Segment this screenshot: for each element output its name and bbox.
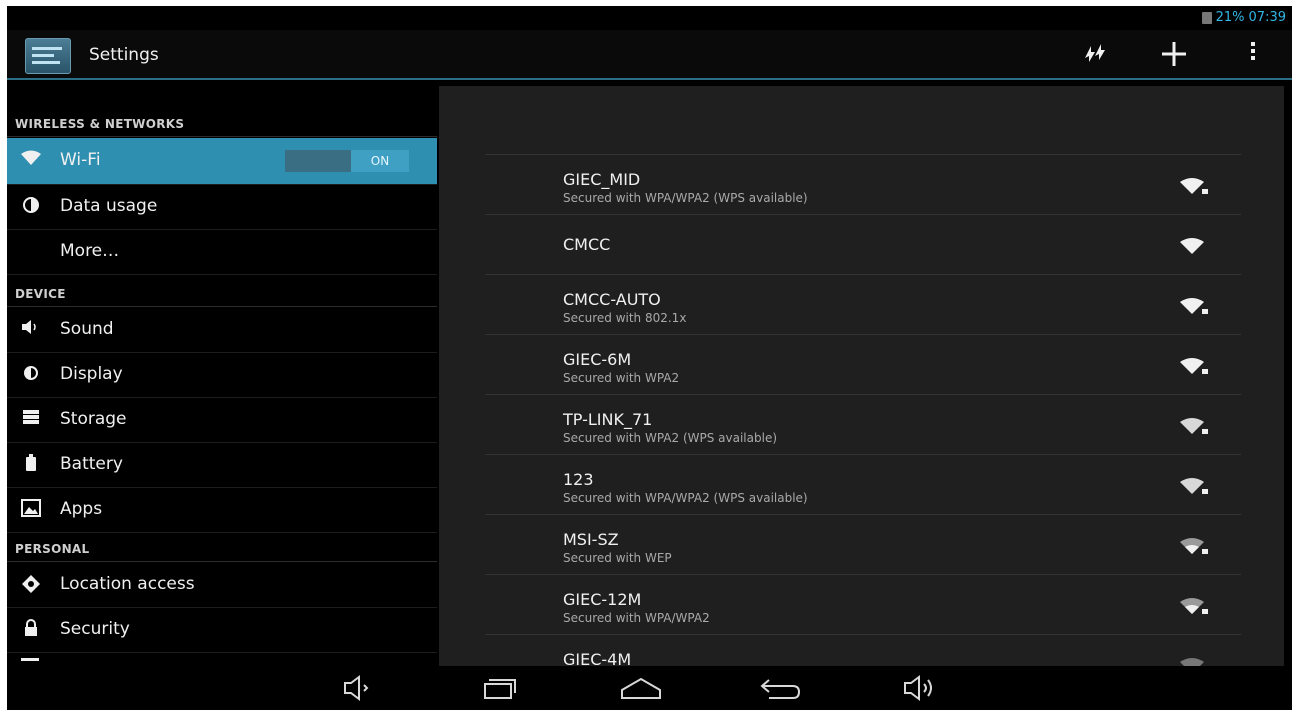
wifi-signal-icon xyxy=(1180,238,1204,254)
network-name: GIEC_MID xyxy=(563,170,641,189)
network-name: GIEC-12M xyxy=(563,590,642,609)
network-security: Secured with WPA2 xyxy=(563,371,680,385)
network-name: GIEC-6M xyxy=(563,350,632,369)
wifi-toggle[interactable]: ON xyxy=(285,150,409,172)
network-security: Secured with 802.1x xyxy=(563,311,687,325)
volume-down-icon[interactable] xyxy=(341,674,381,702)
network-security: Secured with WEP xyxy=(563,551,672,565)
add-icon[interactable] xyxy=(1160,40,1188,73)
sidebar-item-label: Wi-Fi xyxy=(60,150,101,170)
network-name: CMCC xyxy=(563,235,611,254)
home-icon[interactable] xyxy=(619,674,661,702)
clock: 07:39 xyxy=(1248,10,1286,25)
sidebar-item-security[interactable]: Security xyxy=(7,607,437,653)
wifi-network-row[interactable]: MSI-SZ Secured with WEP xyxy=(485,514,1241,574)
sidebar-item-label: Data usage xyxy=(60,196,158,216)
sidebar-item-battery[interactable]: Battery xyxy=(7,442,437,488)
wifi-network-row[interactable]: TP-LINK_71 Secured with WPA2 (WPS availa… xyxy=(485,394,1241,454)
sidebar-item-label: Battery xyxy=(60,454,123,474)
battery-percent: 21% xyxy=(1215,10,1245,25)
network-name: CMCC-AUTO xyxy=(563,290,661,309)
wifi-signal-icon xyxy=(1180,658,1204,666)
wifi-network-row[interactable]: GIEC-12M Secured with WPA/WPA2 xyxy=(485,574,1241,634)
wifi-network-list: GIEC_MID Secured with WPA/WPA2 (WPS avai… xyxy=(439,86,1284,666)
sidebar-item-label: Display xyxy=(60,364,123,384)
wifi-network-row[interactable]: GIEC-4M xyxy=(485,634,1241,666)
network-name: 123 xyxy=(563,470,594,489)
network-name: TP-LINK_71 xyxy=(563,410,653,429)
storage-icon xyxy=(21,409,41,429)
wifi-network-row[interactable]: CMCC xyxy=(485,214,1241,274)
network-security: Secured with WPA/WPA2 (WPS available) xyxy=(563,191,808,205)
wifi-icon xyxy=(21,150,41,170)
wifi-signal-locked-icon xyxy=(1180,598,1208,614)
volume-up-icon[interactable] xyxy=(901,674,941,702)
sidebar-item-label: Location access xyxy=(60,574,195,594)
sidebar-item-storage[interactable]: Storage xyxy=(7,397,437,443)
wifi-signal-locked-icon xyxy=(1180,478,1208,494)
sidebar-item-display[interactable]: Display xyxy=(7,352,437,398)
display-icon xyxy=(21,364,41,384)
wifi-signal-locked-icon xyxy=(1180,358,1208,374)
settings-sidebar: WIRELESS & NETWORKS Wi-Fi ON Data usage … xyxy=(7,80,437,666)
overflow-menu-icon[interactable] xyxy=(1249,40,1257,67)
sidebar-item-label: Security xyxy=(60,619,130,639)
wifi-signal-locked-icon xyxy=(1180,538,1208,554)
apps-icon xyxy=(21,499,41,519)
sidebar-item-label: Sound xyxy=(60,319,114,339)
sidebar-item-label: More… xyxy=(60,241,120,261)
wifi-network-row[interactable]: 123 Secured with WPA/WPA2 (WPS available… xyxy=(485,454,1241,514)
location-icon xyxy=(21,574,41,594)
status-bar: 21% 07:39 xyxy=(7,6,1292,30)
wifi-network-row[interactable]: GIEC_MID Secured with WPA/WPA2 (WPS avai… xyxy=(485,154,1241,214)
wifi-network-row[interactable]: CMCC-AUTO Secured with 802.1x xyxy=(485,274,1241,334)
sidebar-item-more[interactable]: More… xyxy=(7,229,437,275)
network-name: MSI-SZ xyxy=(563,530,619,549)
wifi-signal-locked-icon xyxy=(1180,178,1208,194)
sidebar-item-label: Apps xyxy=(60,499,103,519)
sidebar-item-partial[interactable] xyxy=(7,652,437,666)
network-security: Secured with WPA/WPA2 (WPS available) xyxy=(563,491,808,505)
sidebar-item-location[interactable]: Location access xyxy=(7,562,437,608)
wifi-network-row[interactable]: GIEC-6M Secured with WPA2 xyxy=(485,334,1241,394)
sidebar-item-sound[interactable]: Sound xyxy=(7,307,437,353)
data-usage-icon xyxy=(21,196,41,216)
battery-status-icon xyxy=(1201,11,1212,24)
section-header-wireless: WIRELESS & NETWORKS xyxy=(7,98,437,137)
partial-item-icon xyxy=(21,658,39,661)
battery-icon xyxy=(21,454,41,474)
status-indicators: 21% 07:39 xyxy=(1201,10,1286,25)
wifi-toggle-state: ON xyxy=(351,150,409,172)
network-security: Secured with WPA2 (WPS available) xyxy=(563,431,778,445)
tablet-screen: 21% 07:39 Settings WIRELESS & NETWORKS W… xyxy=(7,6,1292,710)
navigation-bar xyxy=(7,666,1292,710)
sidebar-item-apps[interactable]: Apps xyxy=(7,487,437,533)
sidebar-item-data-usage[interactable]: Data usage xyxy=(7,184,437,230)
wifi-signal-locked-icon xyxy=(1180,298,1208,314)
lock-icon xyxy=(21,619,41,639)
app-title: Settings xyxy=(89,45,159,65)
section-header-personal: PERSONAL xyxy=(7,532,437,562)
sidebar-item-wifi[interactable]: Wi-Fi ON xyxy=(7,138,437,185)
back-icon[interactable] xyxy=(759,674,801,702)
wifi-signal-locked-icon xyxy=(1180,418,1208,434)
refresh-wps-icon[interactable] xyxy=(1079,40,1107,71)
network-security: Secured with WPA/WPA2 xyxy=(563,611,710,625)
sound-icon xyxy=(21,319,41,339)
settings-app-icon[interactable] xyxy=(25,38,71,74)
section-header-device: DEVICE xyxy=(7,274,437,307)
action-bar: Settings xyxy=(7,30,1292,80)
sidebar-item-label: Storage xyxy=(60,409,127,429)
network-name: GIEC-4M xyxy=(563,650,632,666)
recent-apps-icon[interactable] xyxy=(481,674,521,702)
